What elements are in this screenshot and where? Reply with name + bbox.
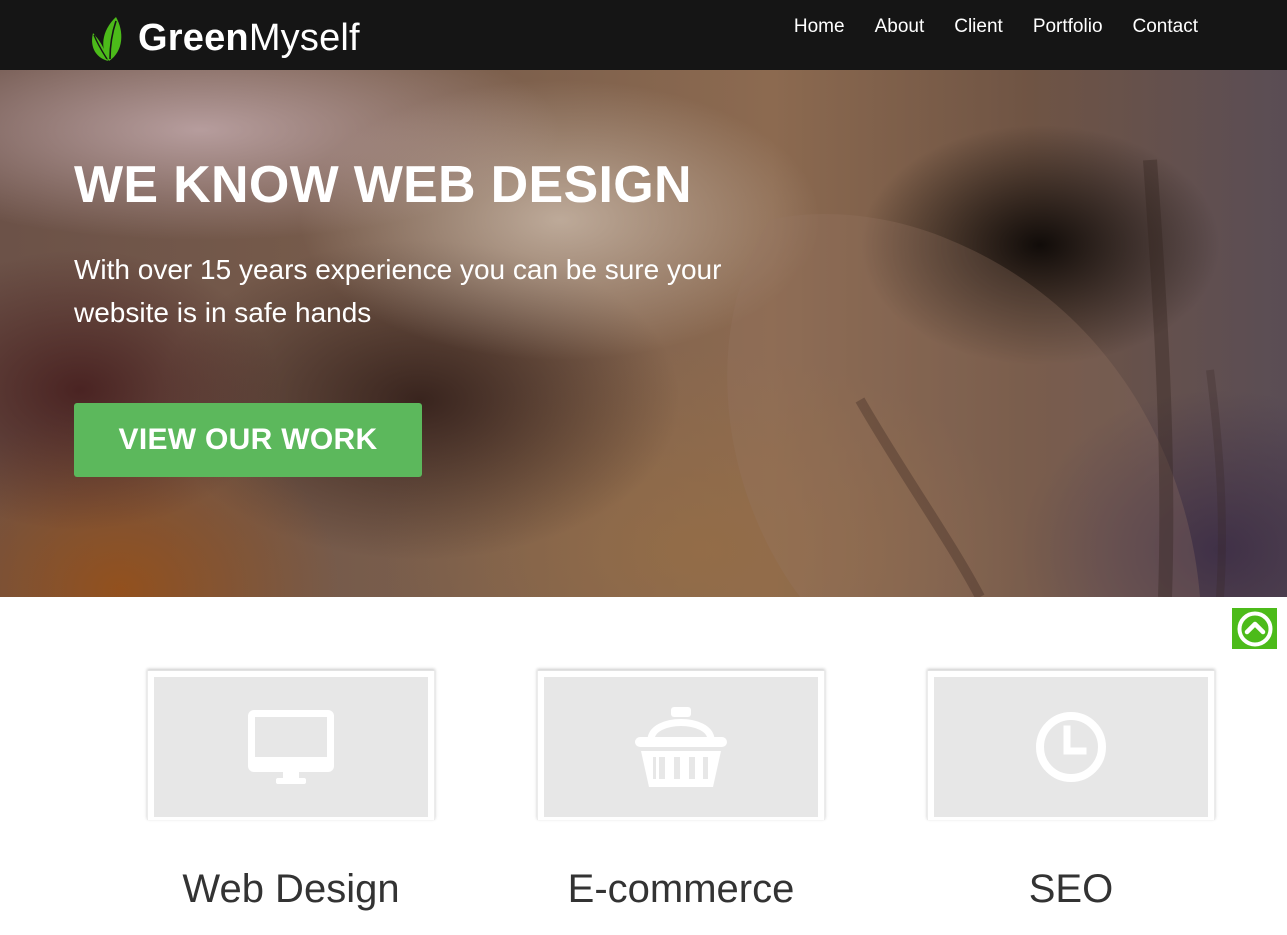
nav-link-portfolio[interactable]: Portfolio [1033, 16, 1103, 38]
service-frame [927, 670, 1215, 820]
back-to-top-button[interactable] [1232, 608, 1277, 649]
brand-logo[interactable]: GreenMyself [88, 12, 360, 64]
nav-link-home[interactable]: Home [794, 16, 845, 38]
service-title: Web Design [182, 867, 400, 911]
service-title: E-commerce [567, 867, 795, 911]
nav-link-about[interactable]: About [875, 16, 925, 38]
nav-link-contact[interactable]: Contact [1133, 16, 1198, 38]
brand-name: GreenMyself [138, 19, 360, 57]
service-card-ecommerce: E-commerce [537, 670, 825, 912]
service-frame [537, 670, 825, 820]
view-our-work-button[interactable]: VIEW OUR WORK [74, 403, 422, 477]
hero-banner: WE KNOW WEB DESIGN With over 15 years ex… [0, 70, 1287, 597]
service-icon-box [154, 677, 428, 817]
top-navbar: GreenMyself Home About Client Portfolio … [0, 0, 1287, 70]
service-frame [147, 670, 435, 820]
brand-name-bold: Green [138, 17, 249, 59]
hero-subtitle: With over 15 years experience you can be… [74, 254, 722, 328]
service-title: SEO [1028, 867, 1114, 911]
service-card-web-design: Web Design [147, 670, 435, 912]
leaf-icon [92, 17, 122, 61]
service-icon-box [934, 677, 1208, 817]
service-card-seo: SEO [927, 670, 1215, 912]
hero-title: WE KNOW WEB DESIGN [74, 156, 692, 214]
brand-name-light: Myself [248, 17, 360, 59]
shopping-basket-icon [635, 707, 727, 787]
main-nav: Home About Client Portfolio Contact [764, 16, 1198, 38]
monitor-icon [248, 710, 334, 784]
chevron-up-icon [1237, 611, 1272, 646]
clock-icon [1036, 712, 1106, 782]
nav-link-client[interactable]: Client [954, 16, 1003, 38]
service-icon-box [544, 677, 818, 817]
